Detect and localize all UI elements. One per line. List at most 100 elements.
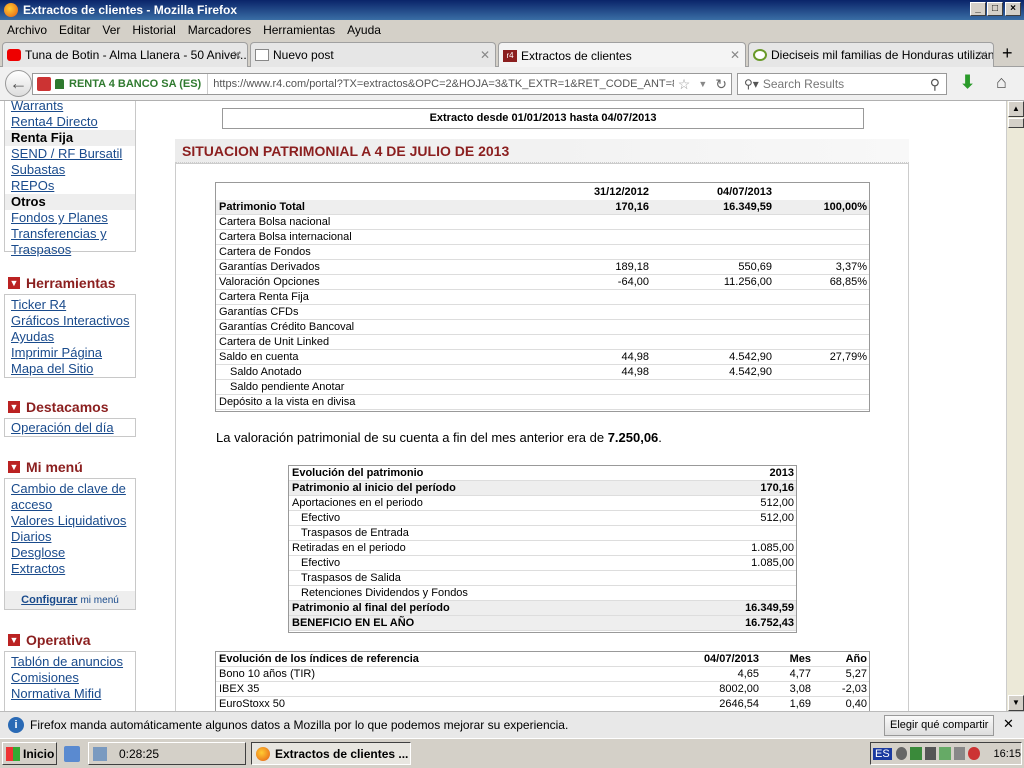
- search-icon[interactable]: ⚲: [924, 76, 946, 93]
- sidebar-item-repos[interactable]: REPOs: [5, 178, 135, 194]
- search-input[interactable]: Search Results: [763, 77, 924, 91]
- tray-icon[interactable]: [968, 747, 980, 760]
- tray-icon[interactable]: [924, 747, 937, 760]
- menu-marcadores[interactable]: Marcadores: [181, 23, 256, 37]
- tray-icon[interactable]: [910, 747, 922, 760]
- start-button[interactable]: Inicio: [2, 742, 57, 765]
- bookmark-star-icon[interactable]: ☆: [674, 76, 695, 93]
- configurar-link[interactable]: Configurar: [21, 594, 77, 606]
- search-engine-icon[interactable]: ⚲▾: [738, 77, 763, 91]
- sidebar-item-renta4-directo[interactable]: Renta4 Directo: [5, 114, 135, 130]
- back-button[interactable]: ←: [5, 70, 32, 97]
- language-indicator[interactable]: ES: [873, 747, 892, 760]
- sidebar-item-warrants[interactable]: Warrants: [5, 101, 135, 114]
- task-label: 0:28:25: [119, 746, 160, 761]
- close-tab-icon[interactable]: ✕: [730, 48, 740, 62]
- sidebar-heading-operativa: ▼ Operativa: [4, 630, 136, 650]
- sidebar-item-ayudas[interactable]: Ayudas: [5, 329, 135, 345]
- menu-ver[interactable]: Ver: [95, 23, 125, 37]
- sidebar-item-valores[interactable]: Valores Liquidativos: [5, 513, 135, 529]
- tab-youtube[interactable]: Tuna de Botin - Alma Llanera - 50 Aniver…: [2, 42, 248, 67]
- section-title: SITUACION PATRIMONIAL A 4 DE JULIO DE 20…: [182, 143, 510, 159]
- scroll-thumb[interactable]: [1008, 118, 1024, 128]
- table-row: IBEX 35 8002,00 3,08 -2,03: [216, 682, 869, 697]
- start-label: Inicio: [23, 746, 55, 761]
- taskbar-task-clock[interactable]: 0:28:25: [88, 742, 246, 765]
- menu-editar[interactable]: Editar: [52, 23, 95, 37]
- choose-share-button[interactable]: Elegir qué compartir: [884, 715, 995, 736]
- new-tab-button[interactable]: +: [1002, 43, 1013, 64]
- sidebar-item-mifid[interactable]: Normativa Mifid: [5, 686, 135, 702]
- row-label: Cartera de Unit Linked: [219, 336, 330, 348]
- heading-label: Mi menú: [26, 459, 83, 475]
- info-icon: i: [8, 717, 24, 733]
- close-tab-icon[interactable]: ✕: [480, 48, 490, 62]
- close-window-button[interactable]: ×: [1005, 2, 1021, 16]
- menu-archivo[interactable]: Archivo: [0, 23, 52, 37]
- close-notification-icon[interactable]: ✕: [1003, 716, 1014, 732]
- home-icon[interactable]: ⌂: [996, 72, 1007, 93]
- row-label: Retiradas en el periodo: [292, 542, 406, 554]
- calendar-icon[interactable]: [37, 77, 51, 91]
- sidebar-item-subastas[interactable]: Subastas: [5, 162, 135, 178]
- sidebar-item-ticker[interactable]: Ticker R4: [5, 295, 135, 313]
- url-bar[interactable]: RENTA 4 BANCO SA (ES) https://www.r4.com…: [32, 73, 732, 95]
- close-tab-icon[interactable]: ✕: [232, 48, 242, 62]
- row-label: BENEFICIO EN EL AÑO: [292, 617, 415, 629]
- collapse-icon[interactable]: ▼: [8, 401, 20, 413]
- taskbar-task-firefox[interactable]: Extractos de clientes ...: [251, 742, 411, 765]
- download-icon[interactable]: ⬇: [960, 72, 975, 93]
- close-tab-icon[interactable]: ✕: [978, 48, 988, 62]
- minimize-button[interactable]: _: [970, 2, 986, 16]
- sidebar-item-send[interactable]: SEND / RF Bursatil: [5, 146, 135, 162]
- scroll-up-arrow-icon[interactable]: ▲: [1008, 101, 1024, 117]
- tray-icon[interactable]: [895, 747, 908, 760]
- dropdown-icon[interactable]: ▼: [694, 79, 711, 89]
- menu-bar: Archivo Editar Ver Historial Marcadores …: [0, 20, 1024, 39]
- sidebar-item-mapa[interactable]: Mapa del Sitio: [5, 361, 135, 377]
- site-identity[interactable]: RENTA 4 BANCO SA (ES): [51, 74, 209, 94]
- sidebar-item-desglose[interactable]: Desglose: [5, 545, 135, 561]
- reload-icon[interactable]: ↻: [711, 76, 731, 93]
- cell-percent: 27,79%: [829, 351, 867, 363]
- valoracion-text: La valoración patrimonial de su cuenta a…: [216, 430, 605, 445]
- sidebar-item-fondos[interactable]: Fondos y Planes: [5, 210, 135, 226]
- sidebar-item-cambio-clave[interactable]: Cambio de clave de acceso: [5, 479, 135, 513]
- menu-herramientas[interactable]: Herramientas: [256, 23, 340, 37]
- menu-ayuda[interactable]: Ayuda: [340, 23, 386, 37]
- maximize-button[interactable]: □: [987, 2, 1003, 16]
- indices-table: Evolución de los índices de referencia 0…: [215, 651, 870, 711]
- sidebar-item-graficos[interactable]: Gráficos Interactivos: [5, 313, 135, 329]
- row-label: Patrimonio al final del período: [292, 602, 450, 614]
- scroll-down-arrow-icon[interactable]: ▼: [1008, 695, 1024, 711]
- sidebar-item-transferencias[interactable]: Transferencias y Traspasos: [5, 226, 135, 258]
- table-row: Efectivo 1.085,00: [289, 556, 796, 571]
- table-row: Patrimonio al inicio del período 170,16: [289, 481, 796, 496]
- search-box[interactable]: ⚲▾ Search Results ⚲: [737, 73, 947, 95]
- tray-icon[interactable]: [953, 747, 966, 760]
- sidebar-item-extractos[interactable]: Extractos: [5, 561, 135, 577]
- row-label: Cartera Bolsa nacional: [219, 216, 331, 228]
- youtube-icon: [7, 49, 21, 61]
- site-icon: [753, 49, 767, 61]
- tab-extractos[interactable]: r4 Extractos de clientes ✕: [498, 42, 746, 68]
- vertical-scrollbar[interactable]: ▲ ▼: [1006, 101, 1024, 711]
- sidebar-item-tablon[interactable]: Tablón de anuncios: [5, 652, 135, 670]
- table-row: Cartera de Unit Linked: [216, 335, 869, 350]
- row-label: Patrimonio Total: [219, 201, 305, 213]
- collapse-icon[interactable]: ▼: [8, 277, 20, 289]
- tab-honduras[interactable]: Dieciseis mil familias de Honduras utili…: [748, 42, 994, 67]
- sidebar-item-diarios[interactable]: Diarios: [5, 529, 135, 545]
- period-box: Extracto desde 01/01/2013 hasta 04/07/20…: [222, 108, 864, 129]
- collapse-icon[interactable]: ▼: [8, 461, 20, 473]
- sidebar-item-operacion[interactable]: Operación del día: [5, 419, 135, 436]
- quicklaunch-icon[interactable]: [64, 746, 80, 762]
- header-date-2: 04/07/2013: [716, 186, 772, 198]
- sidebar-item-comisiones[interactable]: Comisiones: [5, 670, 135, 686]
- url-text[interactable]: https://www.r4.com/portal?TX=extractos&O…: [208, 78, 674, 90]
- tab-nuevo-post[interactable]: Nuevo post ✕: [250, 42, 496, 67]
- tray-icon[interactable]: [939, 747, 951, 760]
- menu-historial[interactable]: Historial: [125, 23, 180, 37]
- sidebar-item-imprimir[interactable]: Imprimir Página: [5, 345, 135, 361]
- collapse-icon[interactable]: ▼: [8, 634, 20, 646]
